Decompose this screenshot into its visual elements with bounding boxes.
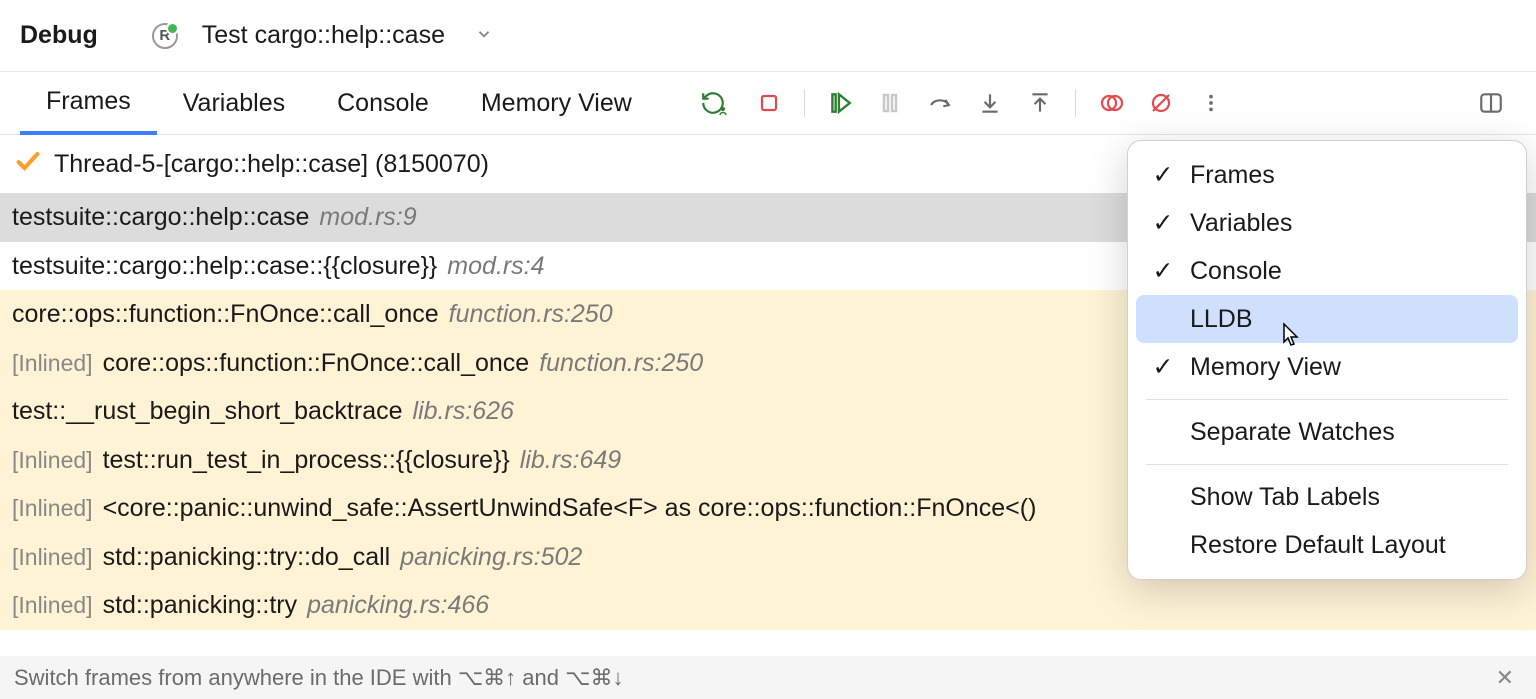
frame-location: function.rs:250 xyxy=(449,298,613,331)
frame-location: panicking.rs:502 xyxy=(400,541,582,574)
toolbar-separator xyxy=(804,89,805,117)
inlined-label: [Inlined] xyxy=(12,349,93,379)
popup-separator xyxy=(1146,464,1508,465)
inlined-label: [Inlined] xyxy=(12,494,93,524)
popup-item-frames[interactable]: ✓ Frames xyxy=(1136,151,1518,199)
frame-name: <core::panic::unwind_safe::AssertUnwindS… xyxy=(103,492,1037,525)
frame-name: testsuite::cargo::help::case::{{closure}… xyxy=(12,250,437,283)
layout-popup: ✓ Frames ✓ Variables ✓ Console LLDB ✓ Me… xyxy=(1127,140,1527,580)
layout-settings-icon[interactable] xyxy=(1470,82,1512,124)
inlined-label: [Inlined] xyxy=(12,591,93,621)
inlined-label: [Inlined] xyxy=(12,446,93,476)
frame-location: mod.rs:9 xyxy=(319,201,416,234)
popup-item-label: LLDB xyxy=(1190,305,1253,334)
toolbar-separator xyxy=(1075,89,1076,117)
stop-icon[interactable] xyxy=(748,82,790,124)
checkmark-icon xyxy=(14,147,42,181)
popup-item-label: Separate Watches xyxy=(1190,418,1395,447)
popup-item-label: Show Tab Labels xyxy=(1190,483,1380,512)
tab-memory-view[interactable]: Memory View xyxy=(455,72,658,135)
debug-title: Debug xyxy=(20,21,98,50)
popup-item-memory-view[interactable]: ✓ Memory View xyxy=(1136,343,1518,391)
popup-item-restore-layout[interactable]: Restore Default Layout xyxy=(1136,521,1518,569)
checkmark-icon: ✓ xyxy=(1152,256,1174,286)
frame-name: std::panicking::try xyxy=(103,589,298,622)
inlined-label: [Inlined] xyxy=(12,543,93,573)
debug-toolbar: Frames Variables Console Memory View xyxy=(0,72,1536,135)
hint-text: Switch frames from anywhere in the IDE w… xyxy=(14,665,623,691)
popup-item-label: Memory View xyxy=(1190,353,1341,382)
checkmark-icon: ✓ xyxy=(1152,160,1174,190)
tab-console[interactable]: Console xyxy=(311,72,455,135)
popup-item-label: Restore Default Layout xyxy=(1190,531,1446,560)
tab-variables[interactable]: Variables xyxy=(157,72,311,135)
popup-item-label: Frames xyxy=(1190,161,1275,190)
frame-name: core::ops::function::FnOnce::call_once xyxy=(103,347,530,380)
frame-name: core::ops::function::FnOnce::call_once xyxy=(12,298,439,331)
frame-location: lib.rs:626 xyxy=(413,395,514,428)
close-icon[interactable]: ✕ xyxy=(1488,661,1522,695)
popup-item-lldb[interactable]: LLDB xyxy=(1136,295,1518,343)
more-icon[interactable] xyxy=(1190,82,1232,124)
chevron-down-icon[interactable] xyxy=(475,22,493,49)
debug-titlebar: Debug R Test cargo::help::case xyxy=(0,0,1536,72)
rust-icon: R xyxy=(152,23,178,49)
rerun-icon[interactable] xyxy=(698,82,740,124)
frame-location: function.rs:250 xyxy=(539,347,703,380)
frame-name: test::__rust_begin_short_backtrace xyxy=(12,395,403,428)
tab-frames[interactable]: Frames xyxy=(20,72,157,135)
popup-separator xyxy=(1146,399,1508,400)
step-out-icon[interactable] xyxy=(1019,82,1061,124)
popup-item-show-tab-labels[interactable]: Show Tab Labels xyxy=(1136,473,1518,521)
view-breakpoints-icon[interactable] xyxy=(1090,82,1132,124)
resume-icon[interactable] xyxy=(819,82,861,124)
frame-location: panicking.rs:466 xyxy=(307,589,489,622)
frame-row[interactable]: [Inlined] std::panicking::try panicking.… xyxy=(0,581,1536,630)
run-configuration-name[interactable]: Test cargo::help::case xyxy=(202,21,445,50)
step-over-icon[interactable] xyxy=(919,82,961,124)
popup-item-separate-watches[interactable]: Separate Watches xyxy=(1136,408,1518,456)
popup-item-console[interactable]: ✓ Console xyxy=(1136,247,1518,295)
frame-name: std::panicking::try::do_call xyxy=(103,541,391,574)
popup-item-variables[interactable]: ✓ Variables xyxy=(1136,199,1518,247)
checkmark-icon: ✓ xyxy=(1152,208,1174,238)
checkmark-icon: ✓ xyxy=(1152,352,1174,382)
popup-item-label: Console xyxy=(1190,257,1282,286)
frame-name: test::run_test_in_process::{{closure}} xyxy=(103,444,510,477)
popup-item-label: Variables xyxy=(1190,209,1292,238)
hint-bar: Switch frames from anywhere in the IDE w… xyxy=(0,656,1536,699)
thread-label: Thread-5-[cargo::help::case] (8150070) xyxy=(54,150,489,179)
frame-location: lib.rs:649 xyxy=(520,444,621,477)
mute-breakpoints-icon[interactable] xyxy=(1140,82,1182,124)
frame-location: mod.rs:4 xyxy=(447,250,544,283)
pause-icon xyxy=(869,82,911,124)
frame-name: testsuite::cargo::help::case xyxy=(12,201,309,234)
step-into-icon[interactable] xyxy=(969,82,1011,124)
